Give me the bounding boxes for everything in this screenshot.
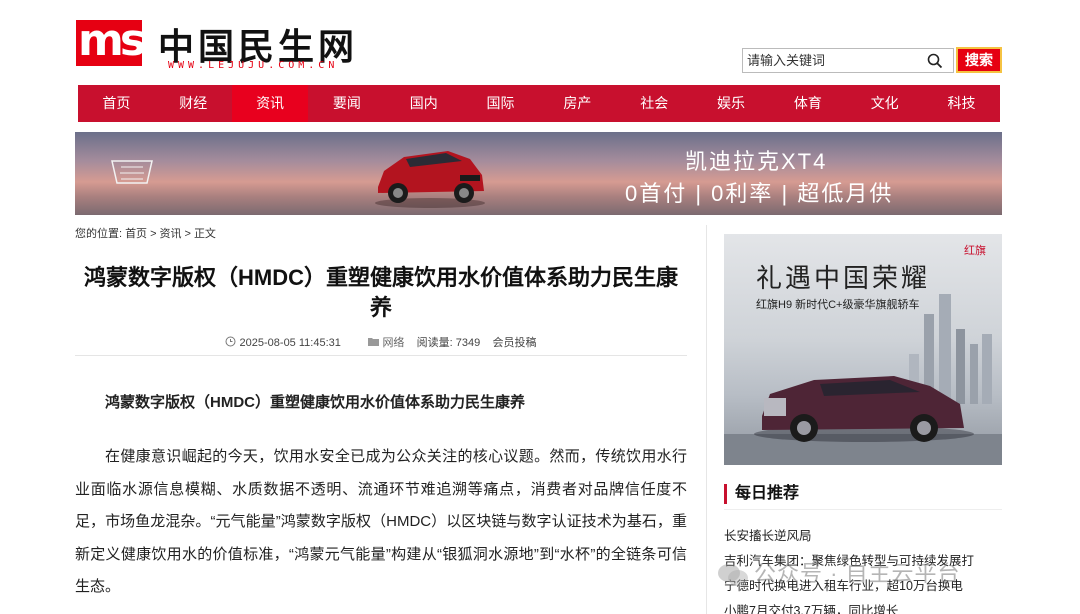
list-item[interactable]: 小鹏7月交付3.7万辆，同比增长 (724, 599, 1014, 614)
main-nav: 首页 财经 资讯 要闻 国内 国际 房产 社会 娱乐 体育 文化 科技 (78, 85, 1000, 122)
watermark-text: 公众号 · 自主云平台 (754, 561, 961, 586)
site-url: WWW.LEJUJU.COM.CN (168, 60, 339, 71)
wechat-watermark: 公众号 · 自主云平台 (716, 556, 961, 590)
red-suv-image (375, 151, 485, 208)
nav-item-entertainment[interactable]: 娱乐 (693, 85, 770, 122)
search-input[interactable] (743, 49, 918, 72)
article-paragraph: 在健康意识崛起的今天，饮用水安全已成为公众关注的核心议题。然而，传统饮用水行业面… (75, 448, 687, 595)
article-title: 鸿蒙数字版权（HMDC）重塑健康饮用水价值体系助力民生康养 (84, 265, 678, 320)
nav-item-headlines[interactable]: 要闻 (308, 85, 385, 122)
article-meta: 2025-08-05 11:45:31 网络 阅读量: 7349 会员投稿 (75, 334, 687, 350)
article-contributor: 会员投稿 (492, 337, 537, 349)
breadcrumb-prefix: 您的位置: (75, 228, 123, 240)
breadcrumb-sep: > (150, 228, 157, 240)
daily-recommend-heading: 每日推荐 (724, 484, 799, 504)
banner-model: 凯迪拉克XT4 (685, 149, 828, 174)
divider (75, 355, 687, 356)
search-box (742, 48, 954, 73)
wechat-icon (718, 564, 748, 587)
nav-item-sports[interactable]: 体育 (769, 85, 846, 122)
ad-slogan: 礼遇中国荣耀 (756, 264, 931, 294)
nav-item-domestic[interactable]: 国内 (385, 85, 462, 122)
list-item[interactable]: 长安搐长逆风局 (724, 524, 1014, 549)
search-icon[interactable] (927, 53, 943, 69)
breadcrumb-current: 正文 (193, 228, 216, 240)
banner-offer: 0首付 | 0利率 | 超低月供 (625, 181, 894, 206)
article-datetime: 2025-08-05 11:45:31 (239, 337, 341, 349)
site-logo[interactable]: ms 中国民生网 WWW.LEJUJU.COM.CN (76, 18, 366, 74)
cadillac-banner-ad[interactable]: 凯迪拉克XT4 0首付 | 0利率 | 超低月供 (75, 132, 1002, 215)
breadcrumb-sep: > (184, 228, 191, 240)
search-button[interactable]: 搜索 (956, 47, 1002, 73)
cadillac-crest-icon (111, 160, 153, 184)
views-label: 阅读量: (416, 337, 453, 349)
clock-icon (225, 336, 236, 347)
logo-mark: ms (76, 15, 146, 66)
article-source[interactable]: 网络 (382, 337, 404, 349)
nav-item-culture[interactable]: 文化 (846, 85, 923, 122)
breadcrumb-news[interactable]: 资讯 (160, 228, 182, 240)
nav-item-realestate[interactable]: 房产 (539, 85, 616, 122)
hongqi-sidebar-ad[interactable]: 红旗 礼遇中国荣耀 红旗H9 新时代C+级豪华旗舰轿车 (724, 234, 1002, 465)
nav-item-society[interactable]: 社会 (616, 85, 693, 122)
breadcrumb: 您的位置: 首页 > 资讯 > 正文 (75, 225, 219, 241)
nav-item-news[interactable]: 资讯 (231, 85, 309, 122)
folder-icon (368, 338, 380, 346)
nav-item-tech[interactable]: 科技 (923, 85, 1000, 122)
column-divider (706, 225, 707, 614)
nav-item-international[interactable]: 国际 (462, 85, 539, 122)
nav-item-finance[interactable]: 财经 (155, 85, 232, 122)
nav-item-home[interactable]: 首页 (78, 85, 155, 122)
ad-brand: 红旗 (964, 245, 986, 257)
view-count: 7349 (455, 337, 481, 349)
article-subheading: 鸿蒙数字版权（HMDC）重塑健康饮用水价值体系助力民生康养 (105, 394, 525, 411)
breadcrumb-home[interactable]: 首页 (125, 228, 147, 240)
section-divider (724, 509, 1002, 510)
ad-subline: 红旗H9 新时代C+级豪华旗舰轿车 (756, 299, 920, 311)
